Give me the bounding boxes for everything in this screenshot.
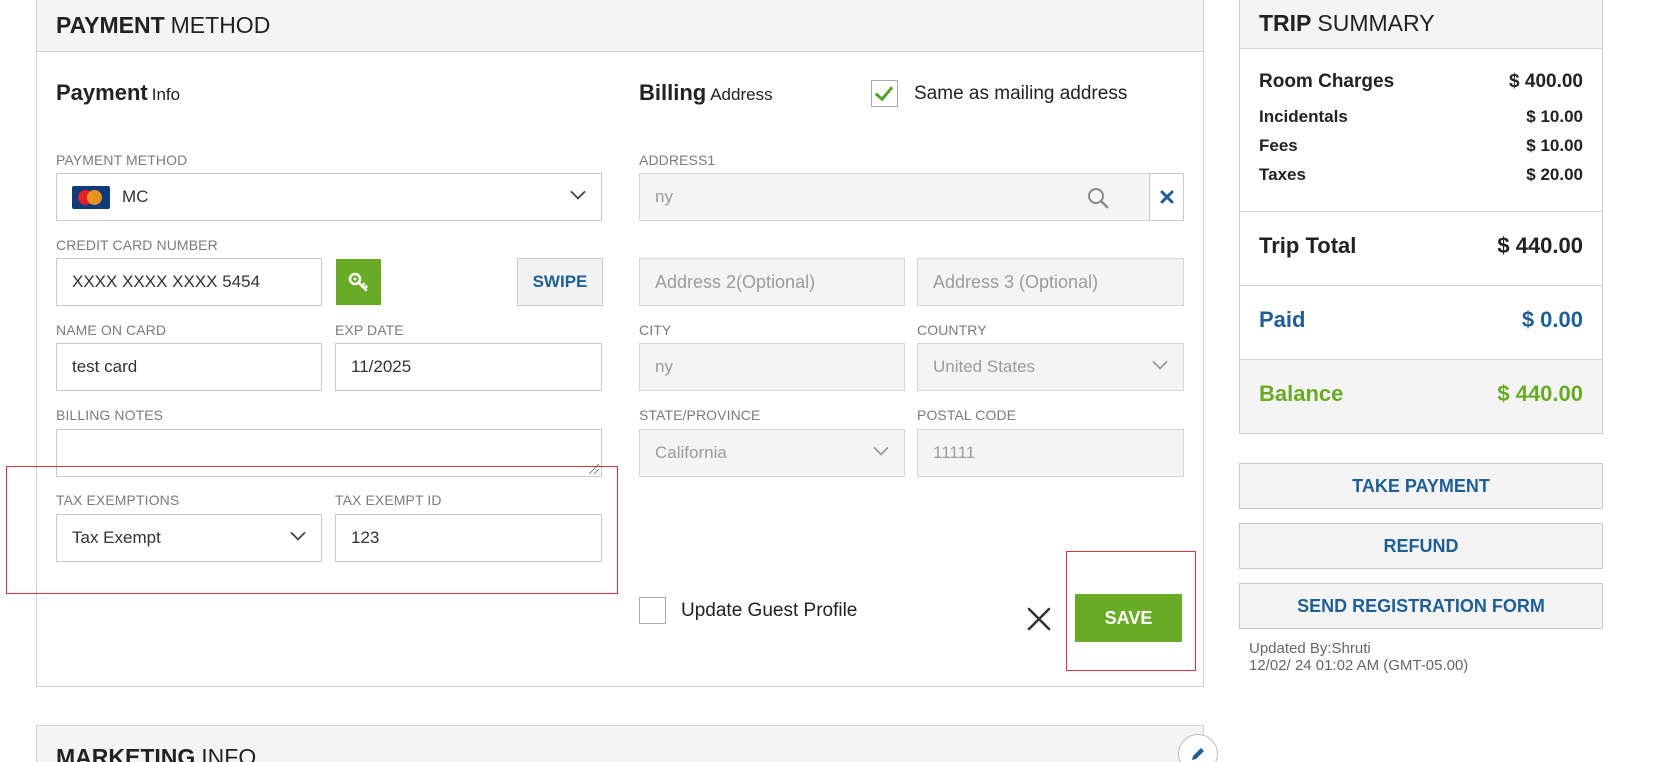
city-value: ny	[655, 357, 673, 376]
close-icon[interactable]	[1024, 604, 1054, 634]
updated-info: Updated By:Shruti 12/02/ 24 01:02 AM (GM…	[1249, 640, 1468, 674]
same-as-mailing-checkbox[interactable]	[871, 80, 898, 107]
postal-code-value: 11111	[933, 443, 976, 462]
billing-notes-label: BILLING NOTES	[56, 407, 164, 423]
marketing-title-bold: MARKETING	[56, 744, 196, 762]
trip-summary-panel: TRIP SUMMARY Room Charges $ 400.00 Incid…	[1239, 0, 1603, 434]
edit-button[interactable]	[1178, 734, 1218, 762]
trip-summary-title-bold: TRIP	[1259, 10, 1312, 36]
balance-row: Balance $ 440.00	[1259, 381, 1583, 407]
paid-label: Paid	[1259, 307, 1306, 332]
taxes-value: $ 20.00	[1526, 165, 1583, 184]
trip-summary-title-rest: SUMMARY	[1317, 10, 1435, 36]
trip-total-value: $ 440.00	[1497, 233, 1583, 258]
mastercard-icon	[72, 185, 110, 209]
send-registration-form-button[interactable]: SEND REGISTRATION FORM	[1239, 583, 1603, 629]
balance-value: $ 440.00	[1497, 381, 1583, 406]
address2-placeholder: Address 2(Optional)	[655, 271, 816, 292]
check-icon	[874, 81, 894, 102]
country-select[interactable]: United States	[917, 343, 1184, 391]
marketing-title-rest: INFO	[201, 744, 257, 762]
trip-total-label: Trip Total	[1259, 233, 1357, 258]
address3-placeholder: Address 3 (Optional)	[933, 271, 1099, 292]
state-label: STATE/PROVINCE	[639, 407, 761, 423]
exp-date-value: 11/2025	[351, 357, 412, 376]
balance-label: Balance	[1259, 381, 1344, 406]
payment-info-title-bold: Payment	[56, 80, 148, 105]
pencil-icon	[1192, 748, 1204, 760]
take-payment-button[interactable]: TAKE PAYMENT	[1239, 463, 1603, 509]
credit-card-label: CREDIT CARD NUMBER	[56, 237, 218, 253]
save-highlight-box	[1066, 551, 1196, 671]
key-icon	[348, 272, 368, 292]
search-icon[interactable]	[1087, 187, 1109, 209]
clear-address-button[interactable]	[1149, 173, 1184, 221]
chevron-down-icon	[1152, 354, 1168, 370]
taxes-row: Taxes $ 20.00	[1259, 165, 1583, 185]
updated-at: 12/02/ 24 01:02 AM (GMT-05.00)	[1249, 657, 1469, 674]
key-button[interactable]	[336, 259, 381, 305]
refund-button[interactable]: REFUND	[1239, 523, 1603, 569]
trip-summary-header: TRIP SUMMARY	[1240, 0, 1602, 49]
room-charges-value: $ 400.00	[1509, 71, 1583, 92]
incidentals-value: $ 10.00	[1526, 107, 1583, 126]
panel-title-rest: METHOD	[170, 11, 271, 38]
same-as-mailing-label: Same as mailing address	[914, 83, 1128, 104]
incidentals-row: Incidentals $ 10.00	[1259, 107, 1583, 127]
city-label: CITY	[639, 322, 672, 338]
payment-method-select[interactable]: MC	[56, 173, 602, 221]
updated-by: Updated By:Shruti	[1249, 640, 1371, 657]
billing-address-title: Billing Address	[639, 80, 773, 106]
address2-input[interactable]: Address 2(Optional)	[639, 258, 905, 306]
panel-header: PAYMENT METHOD	[37, 0, 1203, 52]
city-input[interactable]: ny	[639, 343, 905, 391]
exp-date-label: EXP DATE	[335, 322, 404, 338]
fees-row: Fees $ 10.00	[1259, 136, 1583, 156]
address1-value: ny	[655, 187, 673, 206]
address1-label: ADDRESS1	[639, 152, 716, 168]
divider	[1240, 285, 1602, 286]
exp-date-input[interactable]: 11/2025	[335, 343, 602, 391]
paid-row: Paid $ 0.00	[1259, 307, 1583, 333]
fees-value: $ 10.00	[1526, 136, 1583, 155]
payment-info-title: Payment Info	[56, 80, 180, 106]
payment-info-title-rest: Info	[151, 85, 181, 104]
incidentals-label: Incidentals	[1259, 107, 1348, 126]
name-on-card-input[interactable]: test card	[56, 343, 322, 391]
postal-code-input[interactable]: 11111	[917, 429, 1184, 477]
payment-method-label: PAYMENT METHOD	[56, 152, 188, 168]
credit-card-value: XXXX XXXX XXXX 5454	[72, 272, 261, 291]
close-icon	[1160, 190, 1173, 204]
name-on-card-value: test card	[72, 357, 138, 376]
address1-input[interactable]: ny	[639, 173, 1150, 221]
chevron-down-icon	[873, 440, 889, 456]
divider	[1240, 211, 1602, 212]
credit-card-input[interactable]: XXXX XXXX XXXX 5454	[56, 258, 322, 306]
marketing-info-title: MARKETING INFO	[56, 744, 256, 762]
paid-value: $ 0.00	[1521, 307, 1583, 332]
taxes-label: Taxes	[1259, 165, 1306, 184]
address3-input[interactable]: Address 3 (Optional)	[917, 258, 1184, 306]
billing-address-title-bold: Billing	[639, 80, 707, 105]
chevron-down-icon	[570, 184, 586, 200]
postal-code-label: POSTAL CODE	[917, 407, 1017, 423]
fees-label: Fees	[1259, 136, 1298, 155]
panel-title-bold: PAYMENT	[56, 11, 165, 38]
payment-method-value: MC	[122, 187, 149, 206]
room-charges-row: Room Charges $ 400.00	[1259, 71, 1583, 93]
country-label: COUNTRY	[917, 322, 987, 338]
trip-total-row: Trip Total $ 440.00	[1259, 233, 1583, 259]
tax-highlight-box	[6, 466, 618, 594]
update-guest-profile-checkbox[interactable]	[639, 597, 666, 624]
update-guest-profile-label: Update Guest Profile	[681, 600, 858, 621]
country-value: United States	[933, 357, 1036, 376]
state-select[interactable]: California	[639, 429, 905, 477]
swipe-button[interactable]: SWIPE	[517, 258, 603, 306]
marketing-info-panel: MARKETING INFO	[36, 725, 1218, 762]
name-on-card-label: NAME ON CARD	[56, 322, 167, 338]
billing-address-title-rest: Address	[710, 85, 773, 104]
state-value: California	[655, 443, 727, 462]
room-charges-label: Room Charges	[1259, 71, 1395, 92]
